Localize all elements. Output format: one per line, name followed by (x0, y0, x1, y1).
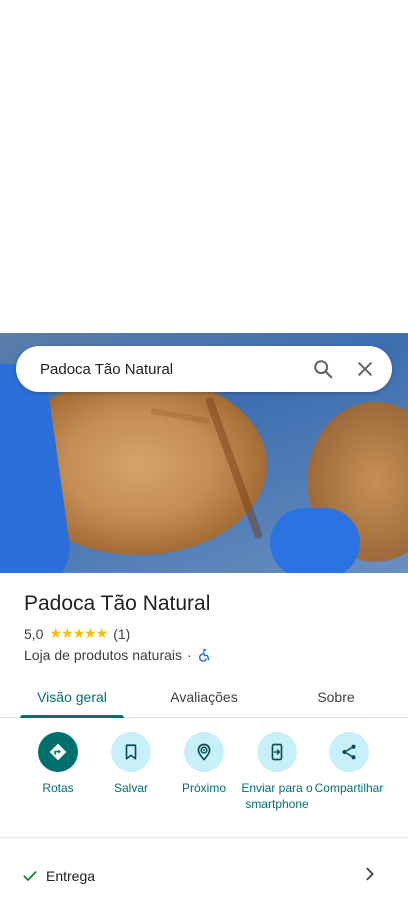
separator: · (187, 647, 192, 663)
active-tab-indicator (20, 715, 124, 718)
directions-button[interactable]: Rotas (21, 732, 95, 796)
send-to-phone-button[interactable]: Enviar para o smartphone (240, 732, 314, 812)
close-icon (358, 362, 372, 376)
review-count[interactable]: (1) (113, 626, 130, 642)
chevron-right-icon (366, 867, 374, 881)
category-row: Loja de produtos naturais · (24, 647, 211, 663)
map-area[interactable] (0, 0, 408, 333)
tab-overview[interactable]: Visão geral (20, 676, 124, 718)
nearby-button[interactable]: Próximo (167, 732, 241, 796)
tab-reviews[interactable]: Avaliações (152, 676, 256, 718)
photo-glove-right (270, 508, 360, 573)
directions-icon (49, 743, 67, 761)
directions-button-circle (38, 732, 78, 772)
search-icon (314, 360, 333, 379)
save-button[interactable]: Salvar (94, 732, 168, 796)
tab-bar: Visão geral Avaliações Sobre (0, 676, 408, 718)
directions-label: Rotas (42, 781, 74, 795)
search-button[interactable] (302, 346, 344, 392)
save-label: Salvar (113, 781, 148, 795)
share-icon (342, 744, 356, 760)
wheelchair-accessible-icon[interactable] (197, 648, 211, 662)
send-to-phone-button-circle (257, 732, 297, 772)
share-label: Compartilhar (314, 781, 384, 795)
search-query[interactable]: Padoca Tão Natural (40, 361, 302, 378)
nearby-button-circle (184, 732, 224, 772)
delivery-row[interactable]: Entrega (0, 852, 408, 900)
photo-bread-crust (149, 407, 211, 425)
send-to-phone-label: Enviar para o smartphone (241, 781, 313, 811)
save-button-circle (111, 732, 151, 772)
delivery-label: Entrega (46, 868, 96, 884)
share-button[interactable]: Compartilhar (312, 732, 386, 796)
clear-button[interactable] (344, 346, 386, 392)
tab-reviews-label: Avaliações (170, 689, 238, 705)
star-rating: ★★★★★ (49, 625, 108, 641)
tab-about[interactable]: Sobre (290, 676, 382, 718)
search-bar[interactable]: Padoca Tão Natural (16, 346, 392, 392)
place-category: Loja de produtos naturais (24, 647, 182, 663)
send-to-phone-icon (271, 743, 283, 761)
bookmark-icon (125, 744, 137, 760)
nearby-icon (197, 743, 211, 761)
place-panel: Padoca Tão Natural Padoca Tão Natural 5,… (0, 0, 408, 906)
action-row: Rotas Salvar Próximo Enviar para o smart… (0, 728, 408, 838)
photo-bread-score (204, 396, 264, 540)
tab-overview-label: Visão geral (37, 689, 107, 705)
nearby-label: Próximo (181, 781, 226, 795)
share-button-circle (329, 732, 369, 772)
place-title: Padoca Tão Natural (24, 592, 211, 615)
tab-about-label: Sobre (317, 689, 355, 705)
rating-row[interactable]: 5,0 ★★★★★ (1) (24, 625, 130, 642)
rating-value: 5,0 (24, 625, 44, 642)
check-icon (23, 871, 37, 881)
